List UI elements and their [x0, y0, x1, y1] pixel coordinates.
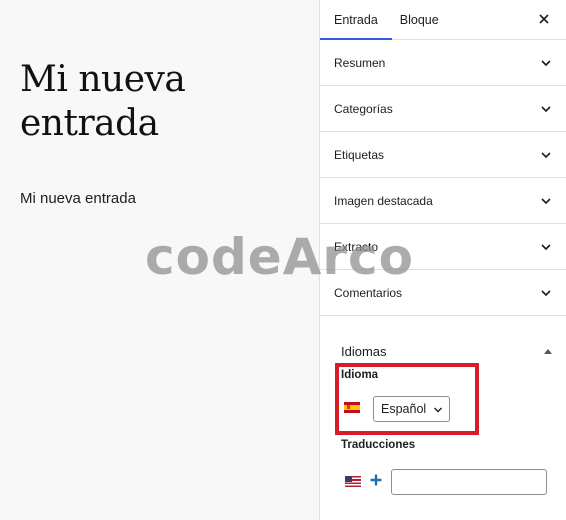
flag-us-icon — [345, 476, 361, 487]
chevron-down-icon — [541, 289, 551, 296]
translation-input[interactable] — [391, 469, 547, 495]
post-title[interactable]: Mi nueva entrada — [20, 58, 310, 146]
chevron-down-icon — [541, 151, 551, 158]
panel-imagen-destacada[interactable]: Imagen destacada — [320, 178, 566, 224]
flag-es-icon — [344, 402, 360, 413]
tab-entrada[interactable]: Entrada — [320, 0, 392, 40]
editor-canvas: Mi nueva entrada Mi nueva entrada — [0, 0, 319, 520]
panel-resumen[interactable]: Resumen — [320, 40, 566, 86]
tab-bloque[interactable]: Bloque — [392, 0, 453, 39]
language-label: Idioma — [341, 369, 379, 381]
panel-extracto[interactable]: Extracto — [320, 224, 566, 270]
panel-label: Categorías — [334, 101, 393, 116]
chevron-down-icon — [434, 407, 442, 413]
post-paragraph[interactable]: Mi nueva entrada — [20, 190, 136, 207]
chevron-down-icon — [541, 197, 551, 204]
chevron-down-icon — [541, 105, 551, 112]
plus-icon[interactable] — [369, 473, 383, 487]
panel-label: Comentarios — [334, 285, 403, 300]
language-select-value: Español — [381, 402, 427, 416]
panel-etiquetas[interactable]: Etiquetas — [320, 132, 566, 178]
panel-label: Idiomas — [341, 343, 387, 359]
panel-comentarios[interactable]: Comentarios — [320, 270, 566, 316]
language-select[interactable]: Español — [373, 396, 450, 422]
panel-label: Etiquetas — [334, 147, 385, 162]
panel-label: Extracto — [334, 239, 379, 254]
panel-label: Resumen — [334, 55, 386, 70]
sidebar-tabs: Entrada Bloque — [320, 0, 566, 40]
panel-label: Imagen destacada — [334, 193, 433, 208]
settings-sidebar: Entrada Bloque Resumen Categorías Etique… — [319, 0, 566, 520]
close-icon[interactable] — [536, 11, 552, 27]
triangle-up-icon — [544, 348, 552, 354]
translations-label: Traducciones — [341, 439, 416, 451]
chevron-down-icon — [541, 59, 551, 66]
chevron-down-icon — [541, 243, 551, 250]
panel-categorias[interactable]: Categorías — [320, 86, 566, 132]
